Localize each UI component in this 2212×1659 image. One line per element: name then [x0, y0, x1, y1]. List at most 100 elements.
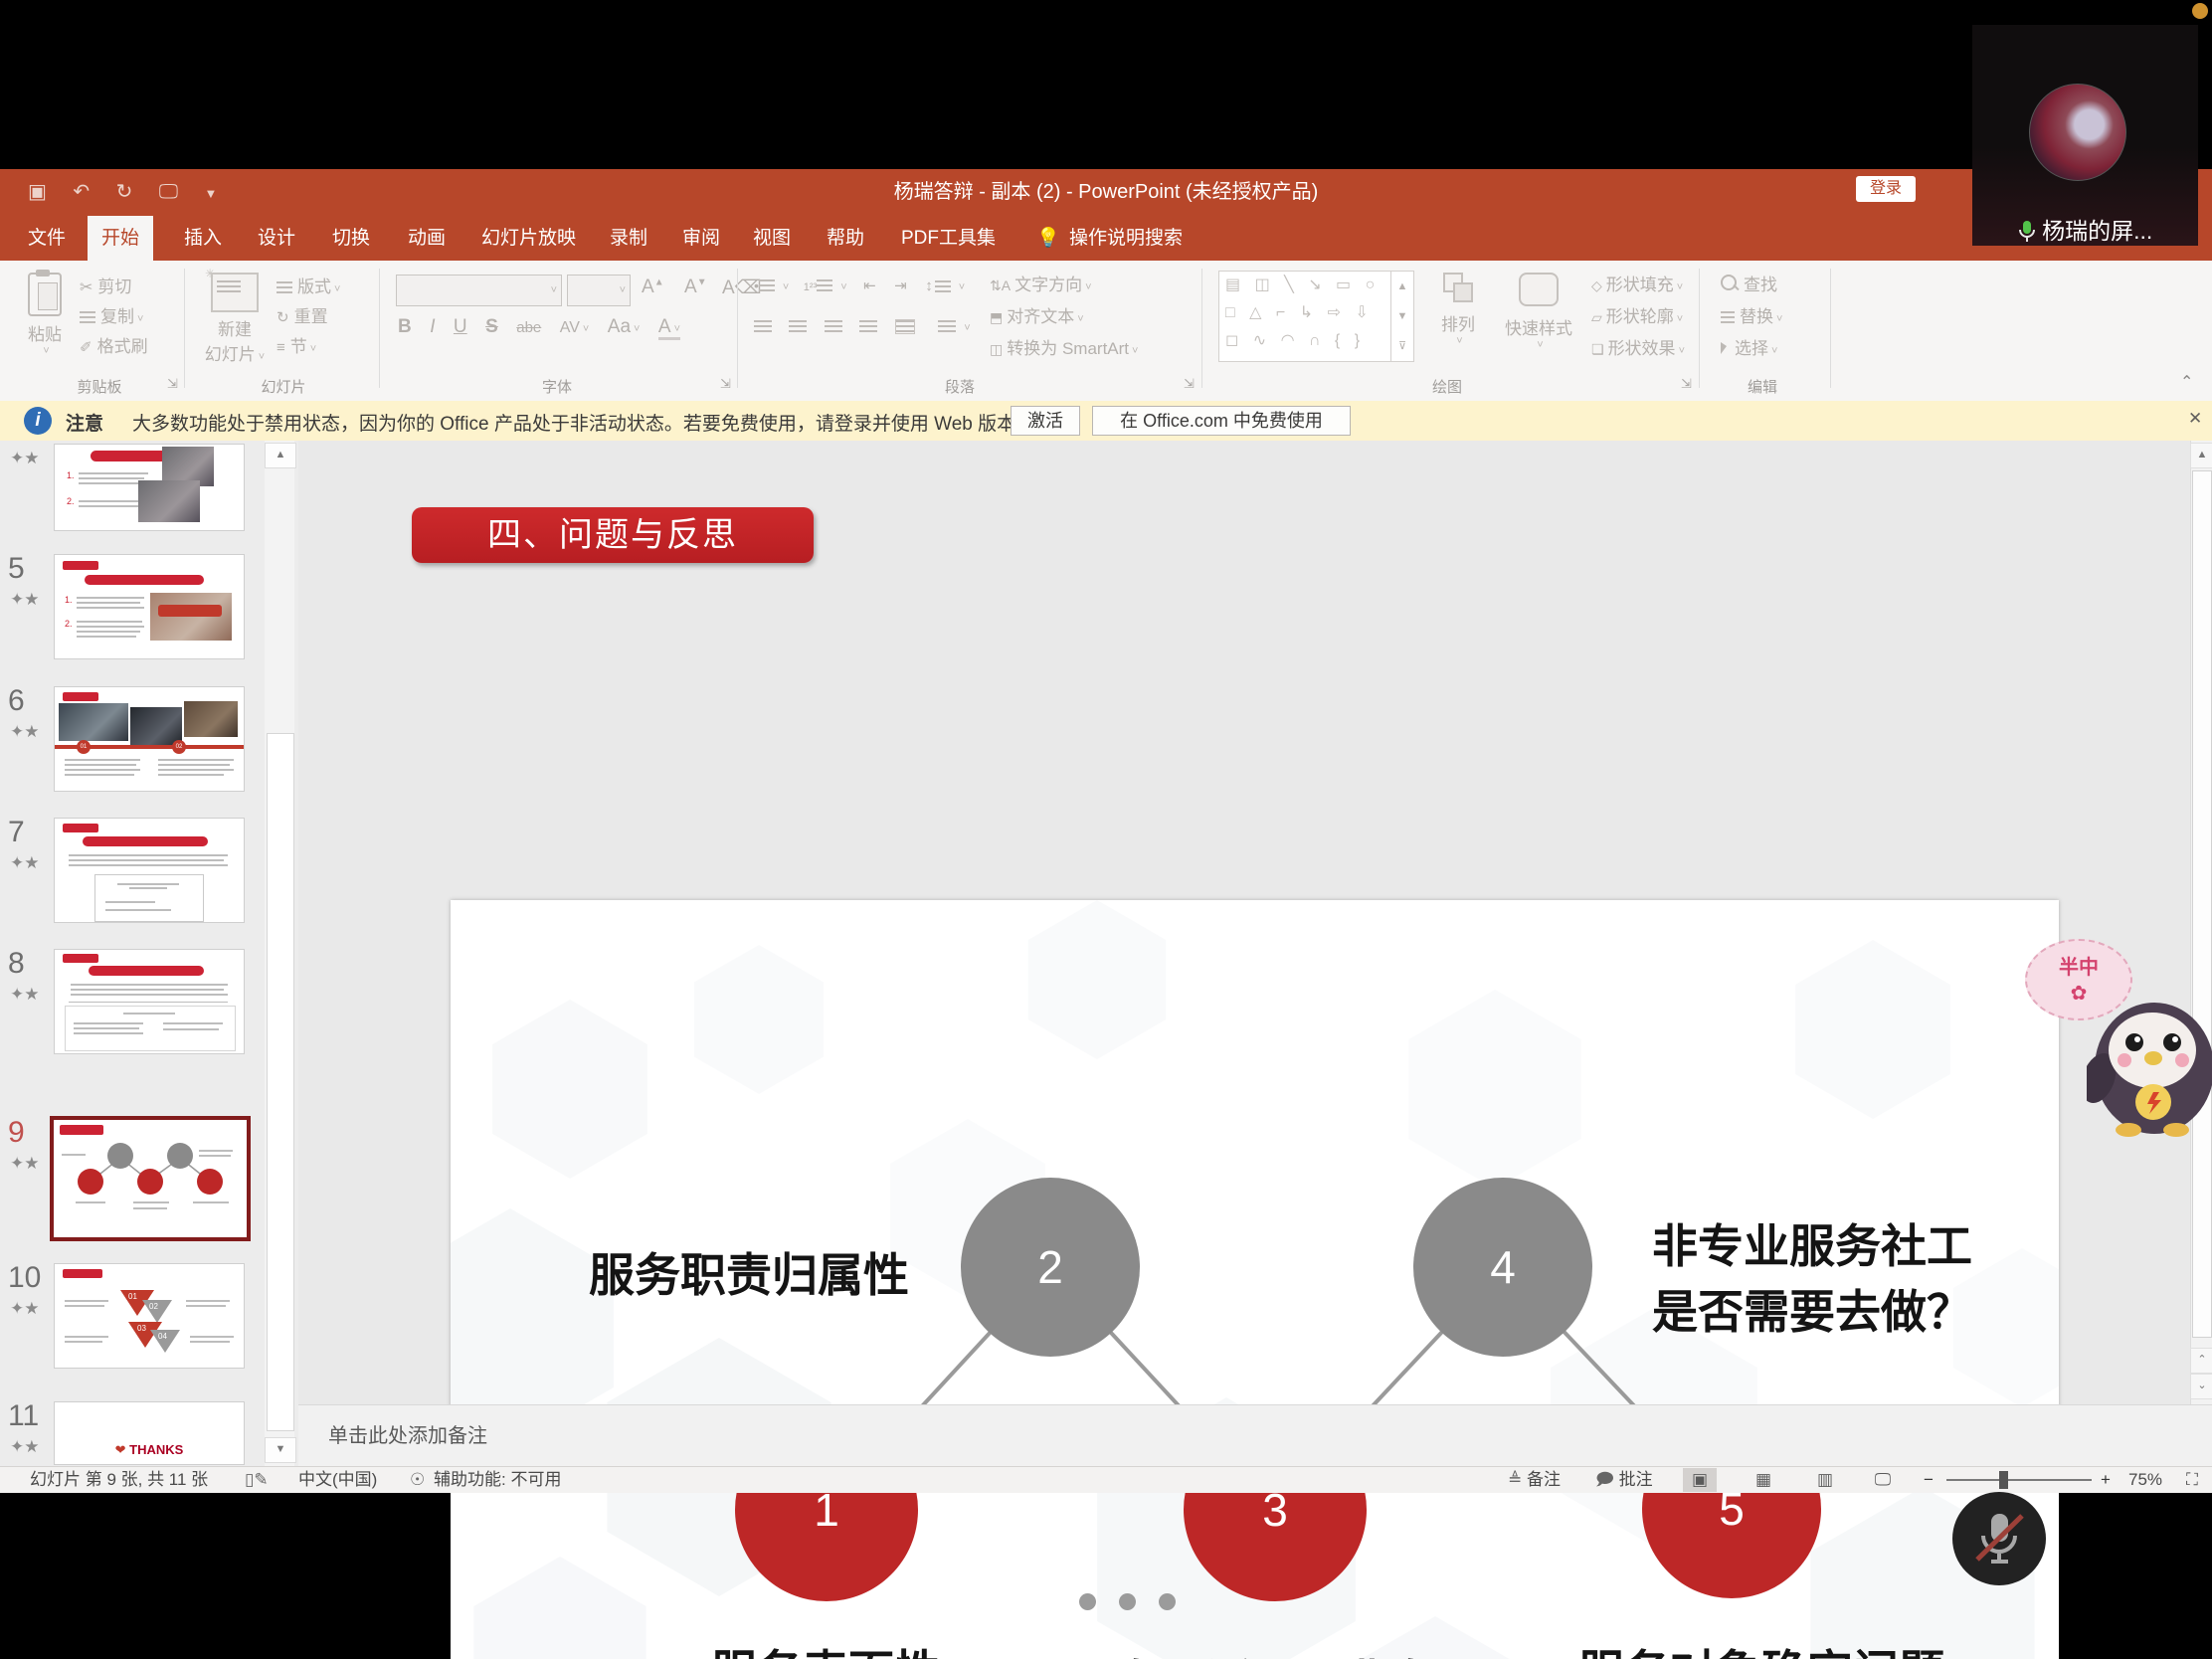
- reading-view-button[interactable]: ▥: [1808, 1468, 1842, 1492]
- notes-placeholder[interactable]: 单击此处添加备注: [328, 1419, 2212, 1448]
- align-left-button[interactable]: [754, 320, 772, 333]
- comments-toggle[interactable]: 🗩 批注: [1595, 1467, 1653, 1493]
- section-button[interactable]: ≡节˅: [276, 334, 316, 360]
- slide-thumbnail-10[interactable]: 01 02 03 04: [54, 1263, 245, 1369]
- columns-button[interactable]: ˅: [938, 318, 970, 335]
- slide-sorter-view-button[interactable]: ▦: [1747, 1468, 1780, 1492]
- align-right-button[interactable]: [825, 320, 842, 333]
- grow-font-button[interactable]: A▲: [642, 276, 664, 298]
- tab-slideshow[interactable]: 幻灯片放映: [467, 216, 590, 261]
- carousel-dot[interactable]: [1079, 1593, 1096, 1610]
- decrease-indent-button[interactable]: ⇤: [863, 277, 876, 294]
- new-slide-button[interactable]: ✳ 新建 幻灯片˅: [204, 273, 266, 352]
- tell-me-search[interactable]: 操作说明搜索: [1069, 216, 1183, 261]
- cut-button[interactable]: ✂剪切: [80, 275, 131, 300]
- tab-insert[interactable]: 插入: [170, 216, 236, 261]
- main-scrollbar-thumb[interactable]: [2192, 470, 2212, 1338]
- main-scroll-up-icon[interactable]: ▲: [2190, 443, 2212, 468]
- node-label-3-line1[interactable]: 专业活动与非专: [1115, 1646, 1435, 1659]
- shape-gallery[interactable]: ▤ ◫ ╲ ↘ ▭ ○ □ △ ⌐ ↳ ⇨ ⇩ ◻ ∿ ◠ ∩ { }: [1218, 271, 1391, 362]
- presenter-video-tile[interactable]: 杨瑞的屏...: [1972, 25, 2198, 246]
- carousel-dot-active[interactable]: [1039, 1593, 1056, 1610]
- align-text-button[interactable]: ⬒对齐文本˅: [990, 304, 1084, 330]
- shape-effects-button[interactable]: ❏形状效果˅: [1591, 336, 1685, 362]
- diagram-node-2[interactable]: 2: [961, 1178, 1140, 1357]
- tab-home[interactable]: 开始: [88, 216, 153, 261]
- tab-pdf-tools[interactable]: PDF工具集: [887, 216, 1010, 261]
- copy-button[interactable]: 复制˅: [80, 304, 143, 330]
- diagram-node-4[interactable]: 4: [1413, 1178, 1592, 1357]
- zoom-slider-track[interactable]: [1946, 1479, 2092, 1481]
- clipboard-dialog-launcher[interactable]: ⇲: [167, 376, 178, 392]
- tab-view[interactable]: 视图: [739, 216, 805, 261]
- tab-design[interactable]: 设计: [244, 216, 309, 261]
- shape-fill-button[interactable]: ◇形状填充˅: [1591, 273, 1683, 298]
- find-button[interactable]: 查找: [1721, 273, 1777, 298]
- zoom-level[interactable]: 75%: [2128, 1467, 2162, 1493]
- collapse-ribbon-icon[interactable]: ⌃: [2180, 372, 2193, 392]
- slide-title-banner[interactable]: 四、问题与反思: [412, 507, 814, 563]
- paste-button[interactable]: 粘贴 ˅: [22, 273, 68, 350]
- sign-in-button[interactable]: 登录: [1856, 176, 1916, 202]
- reset-button[interactable]: ↻重置: [276, 304, 328, 330]
- mute-microphone-button[interactable]: [1952, 1492, 2046, 1585]
- close-notification-icon[interactable]: ✕: [2188, 409, 2202, 429]
- slide-thumbnail-7[interactable]: [54, 818, 245, 923]
- strikethrough-button[interactable]: S: [485, 316, 498, 337]
- tab-transitions[interactable]: 切换: [318, 216, 384, 261]
- drawing-dialog-launcher[interactable]: ⇲: [1681, 376, 1692, 392]
- normal-view-button[interactable]: ▣: [1683, 1468, 1717, 1492]
- node-label-2[interactable]: 服务职责归属性: [589, 1239, 909, 1305]
- align-center-button[interactable]: [789, 320, 807, 333]
- text-direction-button[interactable]: ⇅A文字方向˅: [990, 273, 1092, 298]
- spellcheck-icon[interactable]: ▯✎: [245, 1467, 269, 1493]
- accessibility-status[interactable]: 辅助功能: 不可用: [434, 1467, 561, 1493]
- tab-animations[interactable]: 动画: [394, 216, 460, 261]
- convert-smartart-button[interactable]: ◫转换为 SmartArt˅: [990, 336, 1138, 362]
- underline-button[interactable]: U: [454, 316, 467, 337]
- tab-help[interactable]: 帮助: [813, 216, 878, 261]
- node-label-1[interactable]: 服务表面性: [711, 1636, 940, 1659]
- shape-outline-button[interactable]: ▱形状轮廓˅: [1591, 304, 1683, 330]
- slide-thumbnail-4[interactable]: 1. 2.: [54, 444, 245, 531]
- layout-button[interactable]: 版式˅: [276, 275, 340, 300]
- change-case-button[interactable]: Aa˅: [608, 316, 641, 337]
- activate-button[interactable]: 激活: [1011, 406, 1080, 436]
- select-button[interactable]: 选择˅: [1721, 336, 1777, 362]
- font-dialog-launcher[interactable]: ⇲: [720, 376, 731, 392]
- shape-gallery-scroll[interactable]: ▲▼⊽: [1390, 271, 1414, 362]
- carousel-dot[interactable]: [1119, 1593, 1136, 1610]
- shrink-font-button[interactable]: A▼: [684, 276, 707, 298]
- office-free-button[interactable]: 在 Office.com 中免费使用: [1092, 406, 1351, 436]
- fit-to-window-icon[interactable]: ⛶: [2186, 1467, 2198, 1493]
- italic-button[interactable]: I: [430, 316, 435, 337]
- numbering-button[interactable]: 1²³˅: [804, 277, 847, 294]
- slide-thumbnail-11[interactable]: ❤ THANKS: [54, 1401, 245, 1465]
- zoom-out-icon[interactable]: −: [1924, 1467, 1934, 1493]
- node-label-4-line1[interactable]: 非专业服务社工: [1652, 1210, 1972, 1276]
- format-painter-button[interactable]: ✐格式刷: [80, 334, 148, 360]
- quick-styles-button[interactable]: 快速样式˅: [1497, 273, 1580, 351]
- bullets-button[interactable]: •˅: [754, 277, 789, 294]
- slideshow-view-button[interactable]: 🖵: [1866, 1468, 1900, 1492]
- slide-thumbnail-9-selected[interactable]: [50, 1116, 251, 1241]
- previous-slide-icon[interactable]: ⌃: [2190, 1348, 2212, 1374]
- slide-thumbnail-8[interactable]: [54, 949, 245, 1054]
- slide-thumbnail-5[interactable]: 1. 2.: [54, 554, 245, 659]
- zoom-in-icon[interactable]: +: [2101, 1467, 2111, 1493]
- zoom-slider-thumb[interactable]: [1999, 1471, 2008, 1489]
- replace-button[interactable]: 替换˅: [1721, 304, 1782, 330]
- character-spacing-button[interactable]: AV˅: [560, 319, 590, 336]
- node-label-5[interactable]: 服务对象确定问题: [1578, 1636, 1944, 1659]
- increase-indent-button[interactable]: ⇥: [894, 277, 907, 294]
- slide-canvas[interactable]: 2 4 1 3 5 服务职责归属性 非专业服务社工 是否需要去做？ 服务表面性 …: [451, 900, 2059, 1659]
- language-indicator[interactable]: 中文(中国): [298, 1467, 377, 1493]
- tab-record[interactable]: 录制: [596, 216, 661, 261]
- carousel-dot[interactable]: [1159, 1593, 1176, 1610]
- next-slide-icon[interactable]: ⌄: [2190, 1374, 2212, 1399]
- bold-button[interactable]: B: [398, 316, 412, 337]
- justify-button[interactable]: [859, 320, 877, 333]
- line-spacing-button[interactable]: ↕˅: [925, 277, 965, 294]
- notes-toggle[interactable]: ≜ 备注: [1508, 1467, 1561, 1493]
- slide-thumbnail-6[interactable]: 01 02: [54, 686, 245, 792]
